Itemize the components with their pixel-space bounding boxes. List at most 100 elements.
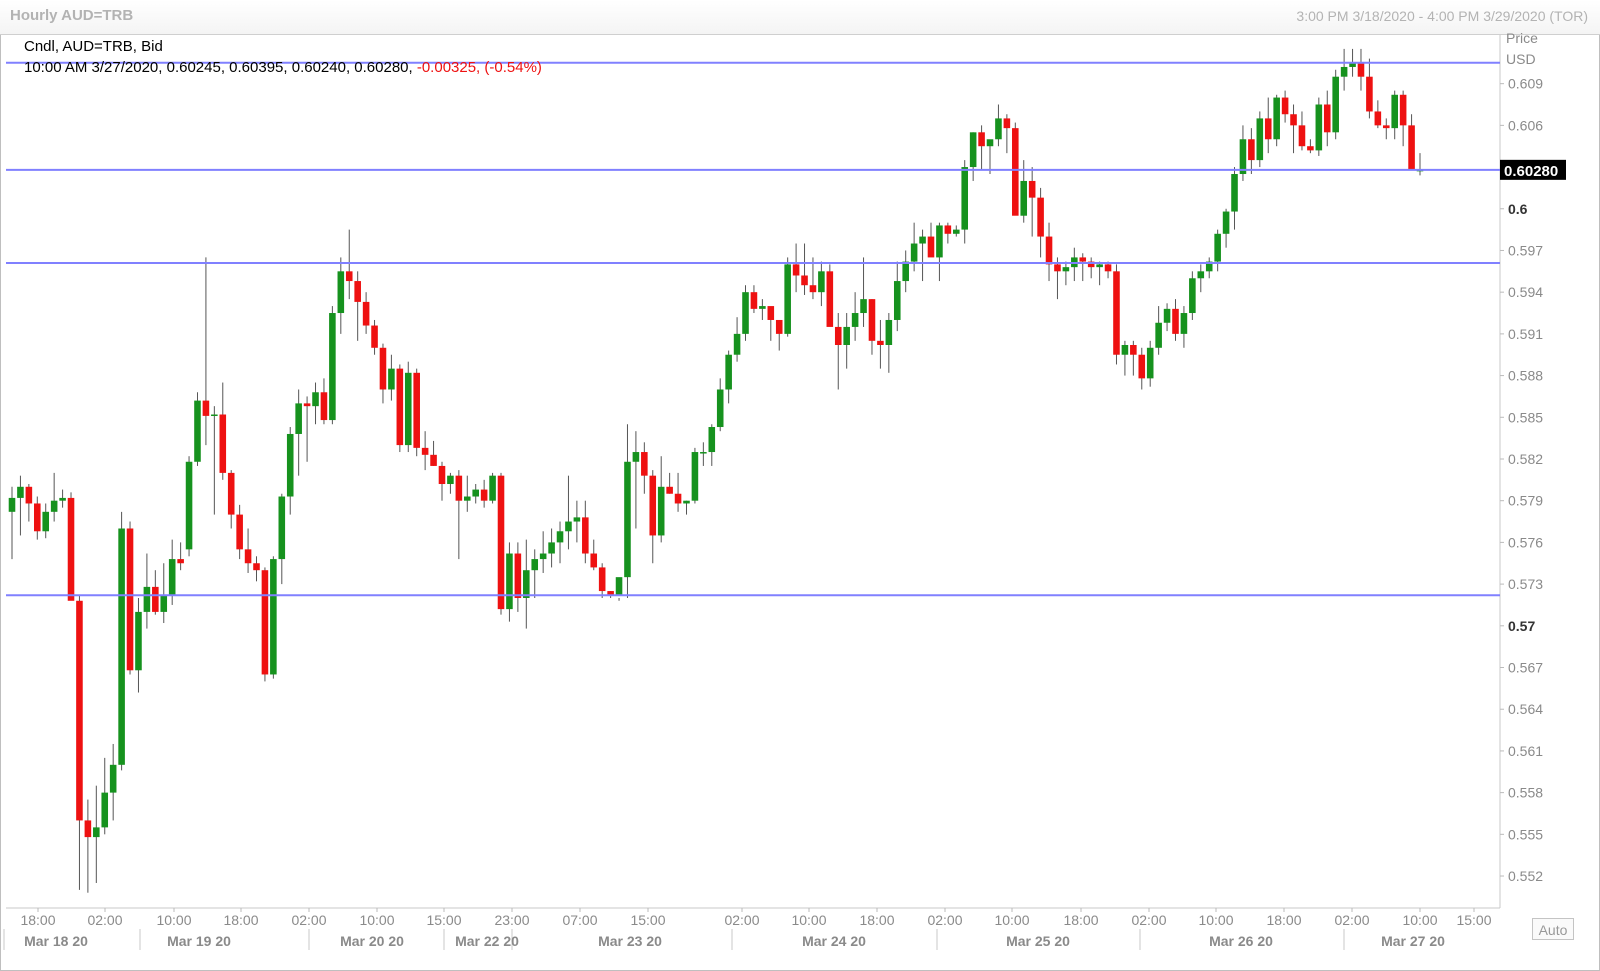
candle-body <box>421 447 429 455</box>
candle-body <box>413 372 420 448</box>
candle-body <box>598 567 606 592</box>
candle-body <box>573 517 581 522</box>
candle-body <box>649 475 657 536</box>
candle-body <box>8 497 16 512</box>
candle-body <box>126 528 134 671</box>
x-tick-label: 18:00 <box>1063 912 1098 928</box>
candle-body <box>548 542 555 554</box>
candle-body <box>1307 146 1314 151</box>
candle-body <box>801 275 808 286</box>
candle-body <box>893 281 901 320</box>
y-tick-label: 0.597 <box>1508 242 1543 258</box>
candle-body <box>303 403 311 407</box>
y-tick-label: 0.588 <box>1508 368 1543 384</box>
date-label: Mar 24 20 <box>802 933 866 949</box>
candle-body <box>143 586 151 612</box>
candle-body <box>337 271 345 314</box>
candle-body <box>1012 128 1019 216</box>
candle-body <box>1197 271 1205 279</box>
y-tick-label: 0.609 <box>1508 76 1543 92</box>
candle-body <box>160 595 168 612</box>
candle-body <box>59 497 66 501</box>
candle-body <box>101 792 109 828</box>
candle-body <box>286 433 294 497</box>
y-tick-label: 0.558 <box>1508 785 1543 801</box>
candle-body <box>34 503 41 532</box>
candle-body <box>868 299 876 341</box>
candle-body <box>750 292 758 309</box>
candle-body <box>25 486 33 504</box>
candle-body <box>784 264 791 334</box>
y-tick-label: 0.585 <box>1508 409 1543 425</box>
candle-body <box>1231 174 1238 212</box>
auto-scale-button[interactable]: Auto <box>1532 918 1574 940</box>
candle-body <box>354 281 361 302</box>
candle-body <box>961 167 969 230</box>
y-tick-label: 0.552 <box>1508 868 1543 884</box>
x-tick-label: 18:00 <box>20 912 55 928</box>
candle-body <box>716 389 724 428</box>
x-tick-label: 10:00 <box>156 912 191 928</box>
candle-body <box>952 229 960 234</box>
x-tick-label: 18:00 <box>1266 912 1301 928</box>
y-tick-label: 0.567 <box>1508 660 1543 676</box>
candle-body <box>1273 97 1280 140</box>
candle-body <box>1155 322 1162 348</box>
candle-body <box>497 475 505 610</box>
candlestick-chart[interactable]: Price USD 0.609 0.606 0.6 0.597 0.594 0.591 0.58… <box>0 0 1600 971</box>
legend-series-name: Cndl, AUD=TRB, Bid <box>24 38 163 55</box>
legend-ohlc-values: 10:00 AM 3/27/2020, 0.60245, 0.60395, 0.… <box>24 59 413 76</box>
candle-body <box>927 236 935 258</box>
date-label: Mar 25 20 <box>1006 933 1070 949</box>
y-tick-label: 0.561 <box>1508 743 1543 759</box>
candle-body <box>834 326 842 345</box>
date-label: Mar 27 20 <box>1381 933 1445 949</box>
candle-body <box>270 559 277 675</box>
candle-body <box>1391 94 1398 129</box>
candle-body <box>278 496 286 560</box>
x-tick-label: 23:00 <box>494 912 529 928</box>
price-axis-label: Price <box>1506 30 1538 46</box>
candle-body <box>1340 66 1348 77</box>
y-tick-label: 0.6 <box>1508 201 1528 217</box>
candle-body <box>1408 125 1415 170</box>
candle-body <box>995 118 1002 140</box>
candle-body <box>826 271 834 327</box>
candle-body <box>1121 344 1129 355</box>
candle-body <box>1290 114 1297 126</box>
candle-body <box>936 225 943 258</box>
candle-body <box>135 611 142 671</box>
candle-body <box>227 472 235 515</box>
candle-body <box>708 427 716 453</box>
y-tick-label: 0.582 <box>1508 451 1543 467</box>
candle-body <box>1146 347 1154 379</box>
candle-body <box>312 392 319 407</box>
y-tick-label: 0.591 <box>1508 326 1543 342</box>
legend-ohlc: 10:00 AM 3/27/2020, 0.60245, 0.60395, 0.… <box>24 59 542 76</box>
legend-change: -0.00325, (-0.54%) <box>416 59 542 76</box>
candle-body <box>396 368 404 446</box>
candle-body <box>1045 236 1053 265</box>
candle-body <box>194 400 201 462</box>
candle-body <box>1037 197 1044 237</box>
x-tick-label: 15:00 <box>630 912 665 928</box>
candle-body <box>809 285 817 293</box>
candle-body <box>514 553 522 599</box>
candle-body <box>202 400 210 416</box>
candle-body <box>1028 180 1036 198</box>
candle-body <box>759 306 766 309</box>
y-tick-label: 0.564 <box>1508 701 1543 717</box>
candle-body <box>42 511 50 532</box>
candle-body <box>320 392 328 421</box>
candle-body <box>295 403 302 434</box>
candle-body <box>1079 257 1087 262</box>
candle-body <box>733 333 741 355</box>
candle-body <box>1374 111 1382 126</box>
candle-body <box>17 486 24 498</box>
candle-body <box>1315 104 1323 151</box>
date-label: Mar 20 20 <box>340 933 404 949</box>
candle-body <box>767 306 775 320</box>
candle-body <box>632 452 640 462</box>
candle-body <box>590 553 598 568</box>
candle-body <box>447 475 454 485</box>
